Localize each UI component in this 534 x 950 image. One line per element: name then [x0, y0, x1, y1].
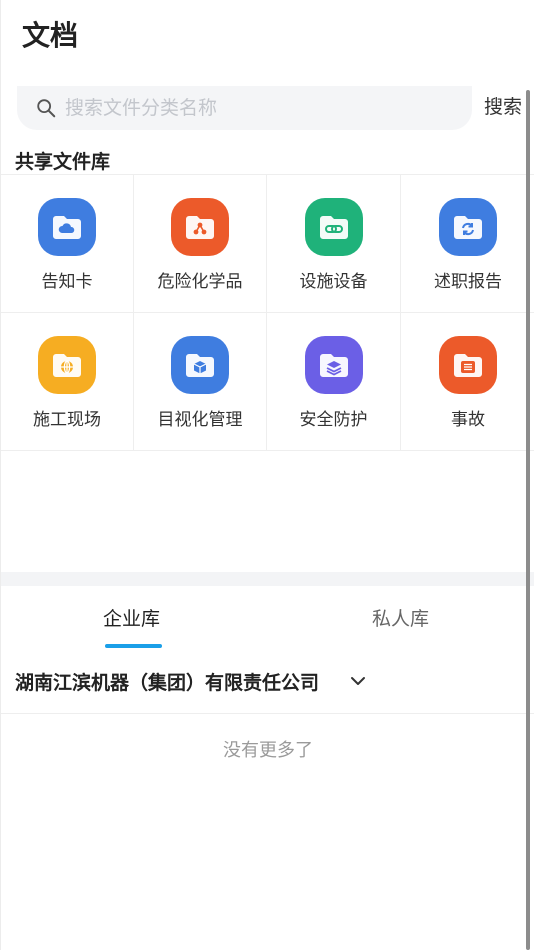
hazard-folder-icon [171, 198, 229, 256]
category-label: 设施设备 [299, 272, 368, 292]
active-tab-indicator [105, 644, 162, 648]
category-tile-hazardous-chemicals[interactable]: 危险化学品 [134, 175, 267, 313]
globe-folder-icon [38, 336, 96, 394]
chevron-down-icon [351, 677, 365, 685]
scrollbar[interactable] [526, 90, 530, 950]
documents-page: 文档 搜索 共享文件库 告知卡 [0, 0, 534, 950]
category-label: 安全防护 [299, 410, 368, 430]
category-tile-facilities-equipment[interactable]: 设施设备 [267, 175, 401, 313]
list-folder-icon [439, 336, 497, 394]
list-end-message: 没有更多了 [223, 740, 313, 761]
category-tile-construction-site[interactable]: 施工现场 [1, 313, 134, 451]
category-label: 事故 [451, 410, 485, 430]
shared-library-grid: 告知卡 危险化学品 设施设备 述职报告 施工现场 目视化管理 安全防护 事故 [1, 174, 534, 451]
cube-folder-icon [171, 336, 229, 394]
tab-enterprise-library[interactable]: 企业库 [103, 604, 160, 631]
search-icon [37, 99, 56, 118]
cloud-folder-icon [38, 198, 96, 256]
search-bar: 搜索 [17, 86, 534, 130]
category-label: 危险化学品 [157, 272, 243, 292]
category-tile-safety-protection[interactable]: 安全防护 [267, 313, 401, 451]
layers-folder-icon [304, 336, 363, 394]
category-tile-accident[interactable]: 事故 [401, 313, 534, 451]
category-label: 施工现场 [33, 410, 101, 430]
section-divider [1, 572, 534, 586]
link-folder-icon [304, 198, 363, 256]
page-title: 文档 [22, 19, 79, 52]
tab-private-library[interactable]: 私人库 [372, 604, 429, 631]
category-tile-work-report[interactable]: 述职报告 [401, 175, 534, 313]
search-button[interactable]: 搜索 [484, 92, 522, 119]
category-tile-visual-management[interactable]: 目视化管理 [134, 313, 267, 451]
shared-library-title: 共享文件库 [15, 151, 111, 173]
category-label: 述职报告 [434, 272, 502, 292]
company-name: 湖南江滨机器（集团）有限责任公司 [15, 672, 320, 694]
company-selector[interactable]: 湖南江滨机器（集团）有限责任公司 [1, 652, 534, 714]
category-label: 告知卡 [41, 272, 93, 292]
sync-folder-icon [439, 198, 497, 256]
library-tabs: 企业库 私人库 [1, 586, 534, 652]
search-input[interactable] [65, 97, 445, 119]
category-tile-notice-card[interactable]: 告知卡 [1, 175, 134, 313]
category-label: 目视化管理 [157, 410, 243, 430]
app-header: 文档 [1, 0, 534, 88]
search-field[interactable] [17, 86, 472, 130]
